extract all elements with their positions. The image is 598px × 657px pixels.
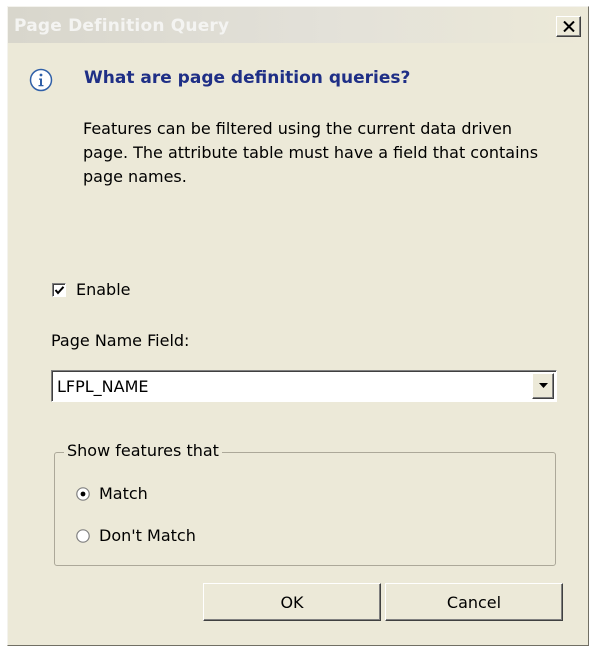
close-icon (563, 21, 575, 32)
info-icon (29, 68, 53, 92)
show-features-group (54, 452, 556, 566)
radio-selected-icon (76, 486, 90, 501)
close-button[interactable] (556, 16, 581, 37)
radio-dont-match-label: Don't Match (99, 526, 196, 545)
checkbox-box[interactable] (52, 282, 66, 297)
show-features-title: Show features that (64, 441, 222, 460)
radio-match-label: Match (99, 484, 148, 503)
ok-button[interactable]: OK (203, 583, 381, 621)
checkmark-icon (54, 285, 65, 295)
dropdown-button[interactable] (532, 373, 554, 399)
radio-dont-match[interactable]: Don't Match (76, 526, 196, 545)
enable-checkbox[interactable]: Enable (52, 280, 131, 299)
enable-label: Enable (76, 280, 131, 299)
info-description: Features can be filtered using the curre… (83, 119, 539, 186)
radio-unselected-icon (76, 528, 90, 543)
page-name-field-select[interactable]: LFPL_NAME (51, 370, 557, 402)
title-bar[interactable]: Page Definition Query (8, 7, 588, 43)
window-title: Page Definition Query (14, 16, 230, 36)
page-name-field-label: Page Name Field: (51, 331, 190, 350)
page-name-field-value: LFPL_NAME (57, 377, 149, 396)
chevron-down-icon (539, 383, 548, 388)
radio-match[interactable]: Match (76, 484, 148, 503)
cancel-button[interactable]: Cancel (385, 583, 563, 621)
info-heading: What are page definition queries? (84, 68, 411, 88)
